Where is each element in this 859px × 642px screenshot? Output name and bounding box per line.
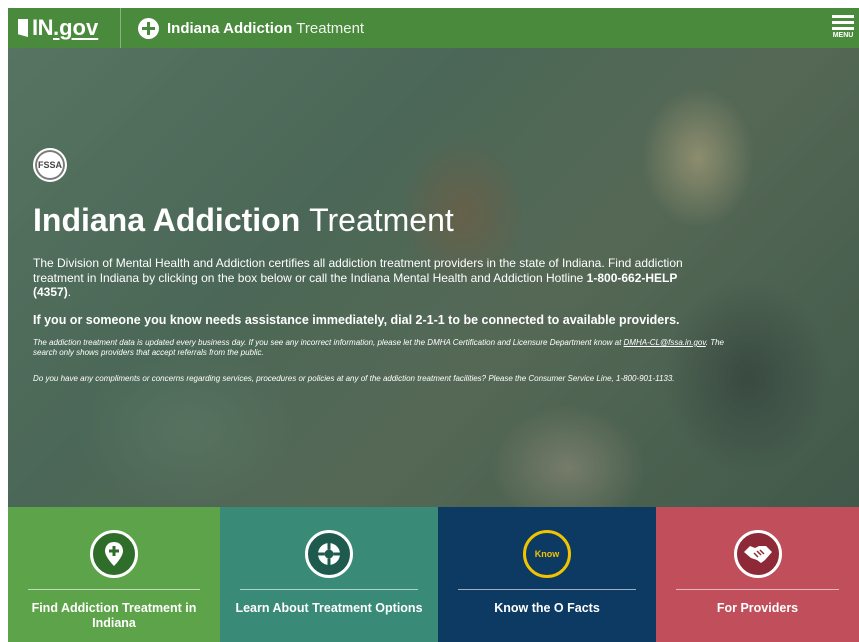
tile-for-providers[interactable]: For Providers xyxy=(656,507,859,642)
tile-divider xyxy=(240,589,418,590)
indiana-flag-icon xyxy=(18,19,28,37)
in-gov-logo[interactable]: IN .gov xyxy=(8,8,121,48)
data-update-notice: The addiction treatment data is updated … xyxy=(33,338,733,358)
title-strong: Indiana Addiction xyxy=(33,202,301,238)
page-title: Indiana Addiction Treatment xyxy=(33,200,454,240)
title-light: Treatment xyxy=(309,202,454,238)
tile-know-o-facts[interactable]: Know Know the O Facts xyxy=(438,507,656,642)
tile-label: For Providers xyxy=(716,601,799,615)
tile-divider xyxy=(28,589,200,590)
tile-divider xyxy=(458,589,636,590)
intro-paragraph: The Division of Mental Health and Addict… xyxy=(33,256,713,300)
know-badge-text: Know xyxy=(534,549,560,559)
menu-button[interactable]: MENU xyxy=(829,12,857,44)
data-update-text: The addiction treatment data is updated … xyxy=(33,338,624,347)
brand-title-strong: Indiana Addiction xyxy=(167,19,293,37)
tile-learn-options[interactable]: Learn About Treatment Options xyxy=(220,507,438,642)
know-badge-icon: Know xyxy=(523,530,571,578)
tile-divider xyxy=(676,589,839,590)
tile-label: Find Addiction Treatment in Indiana xyxy=(31,601,197,630)
tile-label: Learn About Treatment Options xyxy=(235,601,423,615)
handshake-icon xyxy=(733,530,782,578)
site-header: IN .gov Indiana Addiction Treatment MENU xyxy=(8,8,859,48)
medical-plus-icon xyxy=(138,17,159,39)
seal-text: FSSA xyxy=(37,160,62,170)
site-brand[interactable]: Indiana Addiction Treatment xyxy=(121,17,365,39)
fssa-seal-icon: FSSA xyxy=(33,148,67,182)
tile-label: Know the O Facts xyxy=(494,601,600,615)
hamburger-icon xyxy=(832,15,854,18)
consumer-line-notice: Do you have any compliments or concerns … xyxy=(33,374,675,383)
intro-end: . xyxy=(67,285,72,299)
hero-banner: FSSA Indiana Addiction Treatment The Div… xyxy=(8,48,859,507)
dmha-email-link[interactable]: DMHA-CL@fssa.in.gov xyxy=(624,338,706,347)
logo-in-text: IN xyxy=(32,15,54,40)
menu-label: MENU xyxy=(832,32,854,39)
hamburger-icon-bar xyxy=(832,21,854,24)
tile-find-treatment[interactable]: Find Addiction Treatment in Indiana xyxy=(8,507,220,642)
life-ring-icon xyxy=(305,530,353,578)
hamburger-icon-bar xyxy=(832,27,854,30)
map-pin-plus-icon xyxy=(90,530,138,578)
action-tiles: Find Addiction Treatment in Indiana Lear… xyxy=(8,507,859,642)
intro-text: The Division of Mental Health and Addict… xyxy=(33,256,683,285)
logo-gov-text: .gov xyxy=(53,15,99,40)
brand-title-light: Treatment xyxy=(296,19,365,37)
emergency-notice: If you or someone you know needs assista… xyxy=(33,313,680,327)
